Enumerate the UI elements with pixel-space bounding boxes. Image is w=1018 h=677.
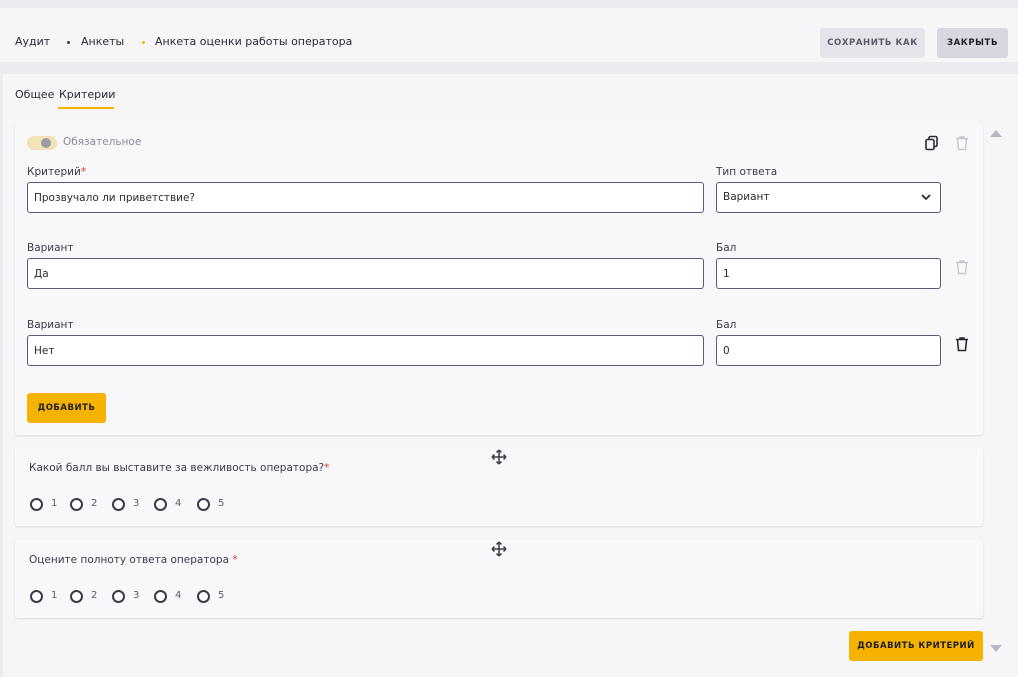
move-icon[interactable] <box>491 449 507 465</box>
variant-label: Вариант <box>27 319 74 331</box>
tab-criteria[interactable]: Критерии <box>59 88 115 101</box>
radio-option-label: 2 <box>91 498 98 509</box>
radio-option-label: 1 <box>51 498 58 509</box>
radio-option[interactable] <box>197 590 210 603</box>
score-input[interactable] <box>716 335 941 366</box>
question-text-value: Какой балл вы выставите за вежливость оп… <box>29 462 325 474</box>
radio-option[interactable] <box>70 590 83 603</box>
save-as-button[interactable]: СОХРАНИТЬ КАК <box>820 28 925 58</box>
radio-option[interactable] <box>30 498 43 511</box>
criterion-label-text: Критерий <box>27 166 81 178</box>
score-input[interactable] <box>716 258 941 289</box>
criterion-label: Критерий* <box>27 166 86 178</box>
radio-option-label: 5 <box>218 498 225 509</box>
answer-type-label: Тип ответа <box>716 166 778 178</box>
scroll-up-arrow[interactable] <box>990 130 1002 137</box>
question-text-value: Оцените полноту ответа оператора <box>29 554 233 566</box>
delete-criterion-icon[interactable] <box>954 135 970 151</box>
question-text: Какой балл вы выставите за вежливость оп… <box>29 462 329 474</box>
radio-option[interactable] <box>112 590 125 603</box>
delete-variant-icon[interactable] <box>954 259 970 275</box>
add-variant-button[interactable]: ДОБАВИТЬ <box>27 393 106 423</box>
radio-option-label: 2 <box>91 590 98 601</box>
variant-label: Вариант <box>27 242 74 254</box>
breadcrumb-current: Анкета оценки работы оператора <box>155 35 353 48</box>
criterion-input[interactable] <box>27 182 704 213</box>
score-label: Бал <box>716 319 737 331</box>
move-icon[interactable] <box>491 541 507 557</box>
required-toggle-label: Обязательное <box>63 136 142 148</box>
radio-option-label: 3 <box>133 498 140 509</box>
chevron-down-icon <box>921 194 931 201</box>
answer-type-select[interactable]: Вариант <box>716 182 941 213</box>
radio-option[interactable] <box>30 590 43 603</box>
variant-input[interactable] <box>27 335 704 366</box>
scroll-down-arrow[interactable] <box>990 645 1002 652</box>
radio-option[interactable] <box>197 498 210 511</box>
toggle-knob <box>41 138 51 148</box>
radio-option[interactable] <box>154 590 167 603</box>
required-mark: * <box>324 462 330 474</box>
required-toggle[interactable] <box>27 136 57 150</box>
required-mark: * <box>80 166 87 178</box>
variant-input[interactable] <box>27 258 704 289</box>
close-button[interactable]: ЗАКРЫТЬ <box>937 28 1008 58</box>
required-mark: * <box>232 554 238 566</box>
radio-option-label: 4 <box>175 590 182 601</box>
top-bar: Аудит Анкеты Анкета оценки работы операт… <box>0 8 1018 62</box>
breadcrumb-forms[interactable]: Анкеты <box>81 35 124 48</box>
radio-option-label: 4 <box>175 498 182 509</box>
add-criterion-button[interactable]: ДОБАВИТЬ КРИТЕРИЙ <box>849 631 983 661</box>
delete-variant-icon[interactable] <box>954 336 970 352</box>
radio-option-label: 1 <box>51 590 58 601</box>
radio-option[interactable] <box>154 498 167 511</box>
radio-option[interactable] <box>112 498 125 511</box>
breadcrumb-audit[interactable]: Аудит <box>15 35 50 48</box>
radio-option-label: 5 <box>218 590 225 601</box>
tab-general[interactable]: Общее <box>15 88 54 101</box>
breadcrumb-separator-active <box>142 41 145 44</box>
breadcrumb-separator <box>67 41 70 44</box>
radio-option-label: 3 <box>133 590 140 601</box>
copy-icon[interactable] <box>924 135 940 151</box>
score-label: Бал <box>716 242 737 254</box>
answer-type-value: Вариант <box>723 191 770 203</box>
question-text: Оцените полноту ответа оператора * <box>29 554 238 566</box>
radio-option[interactable] <box>70 498 83 511</box>
tab-active-indicator <box>58 107 114 109</box>
